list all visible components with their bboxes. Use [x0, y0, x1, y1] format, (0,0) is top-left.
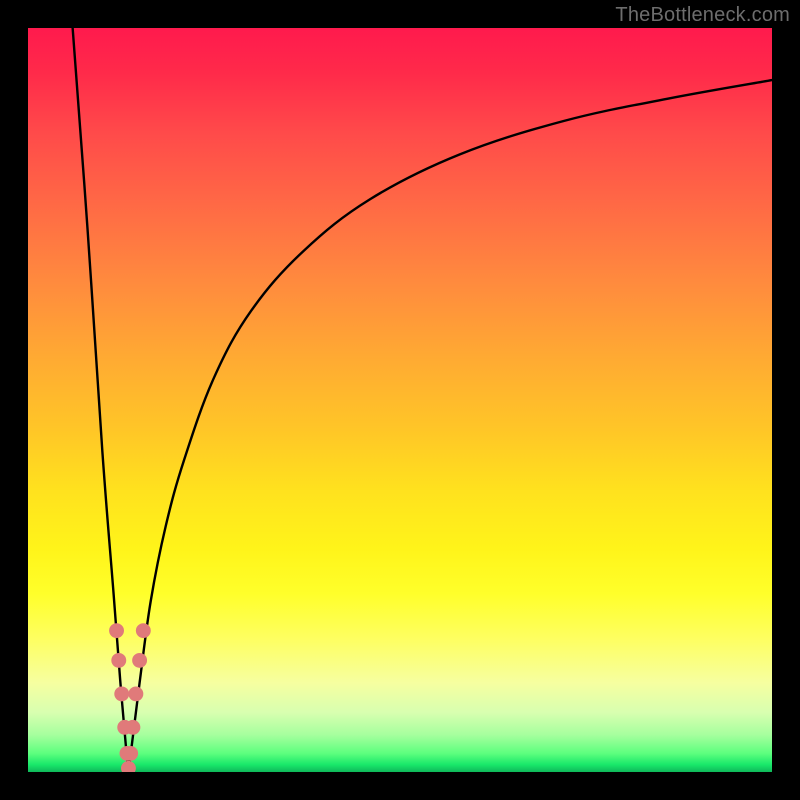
bead-point: [121, 761, 136, 772]
bead-point: [125, 720, 140, 735]
bead-point: [123, 746, 138, 761]
chart-svg: [28, 28, 772, 772]
bead-point: [132, 653, 147, 668]
bead-point: [114, 686, 129, 701]
bottleneck-curve-right: [128, 80, 772, 772]
bead-point: [111, 653, 126, 668]
plot-area: [28, 28, 772, 772]
watermark-text: TheBottleneck.com: [615, 4, 790, 27]
bead-point: [109, 623, 124, 638]
chart-frame: TheBottleneck.com: [0, 0, 800, 800]
bead-point: [136, 623, 151, 638]
curve-layer: [73, 28, 772, 772]
bead-point: [128, 686, 143, 701]
